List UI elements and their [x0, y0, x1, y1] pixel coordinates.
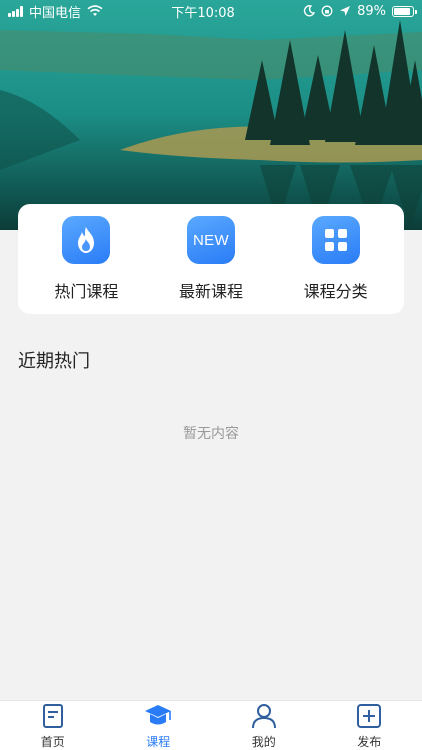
- document-icon: [39, 702, 67, 730]
- hot-courses-entry[interactable]: 热门课程: [31, 216, 141, 302]
- hot-courses-label: 热门课程: [54, 282, 119, 301]
- wifi-icon: [87, 5, 103, 16]
- flame-icon: [62, 216, 111, 264]
- tab-publish-label: 发布: [357, 734, 382, 749]
- tab-courses[interactable]: 课程: [118, 702, 198, 750]
- status-bar: 中国电信 下午10:08 89%: [0, 0, 422, 22]
- tab-home-label: 首页: [40, 734, 65, 749]
- hero-banner: [0, 0, 422, 230]
- rotation-lock-icon: [321, 5, 333, 17]
- tab-home[interactable]: 首页: [13, 702, 93, 750]
- grid-icon: [311, 216, 360, 264]
- empty-state-text: 暂无内容: [183, 426, 239, 442]
- user-icon: [250, 702, 278, 730]
- location-arrow-icon: [340, 6, 351, 16]
- plus-square-icon: [355, 702, 383, 730]
- status-time: 下午10:08: [171, 5, 235, 21]
- tab-mine-label: 我的: [251, 734, 276, 749]
- new-courses-label: 最新课程: [178, 282, 243, 301]
- tab-courses-label: 课程: [146, 734, 171, 749]
- new-badge-text: NEW: [193, 231, 229, 249]
- tab-publish[interactable]: 发布: [329, 702, 409, 750]
- quick-entry-card: 热门课程 NEW 最新课程 课程分类: [18, 204, 404, 314]
- landscape-photo: [0, 0, 422, 230]
- new-courses-entry[interactable]: NEW 最新课程: [156, 216, 266, 302]
- tab-bar: 首页 课程 我的 发布: [0, 700, 422, 750]
- new-badge-icon: NEW: [186, 216, 235, 264]
- tab-mine[interactable]: 我的: [224, 702, 304, 750]
- course-categories-entry[interactable]: 课程分类: [281, 216, 391, 302]
- carrier-label: 中国电信: [29, 5, 82, 21]
- battery-percent: 89%: [357, 3, 386, 19]
- course-categories-label: 课程分类: [303, 282, 368, 301]
- moon-icon: [303, 5, 316, 17]
- graduation-cap-icon: [144, 702, 172, 730]
- battery-icon: [391, 5, 417, 17]
- signal-icon: [8, 5, 23, 17]
- recent-hot-title: 近期热门: [18, 351, 90, 372]
